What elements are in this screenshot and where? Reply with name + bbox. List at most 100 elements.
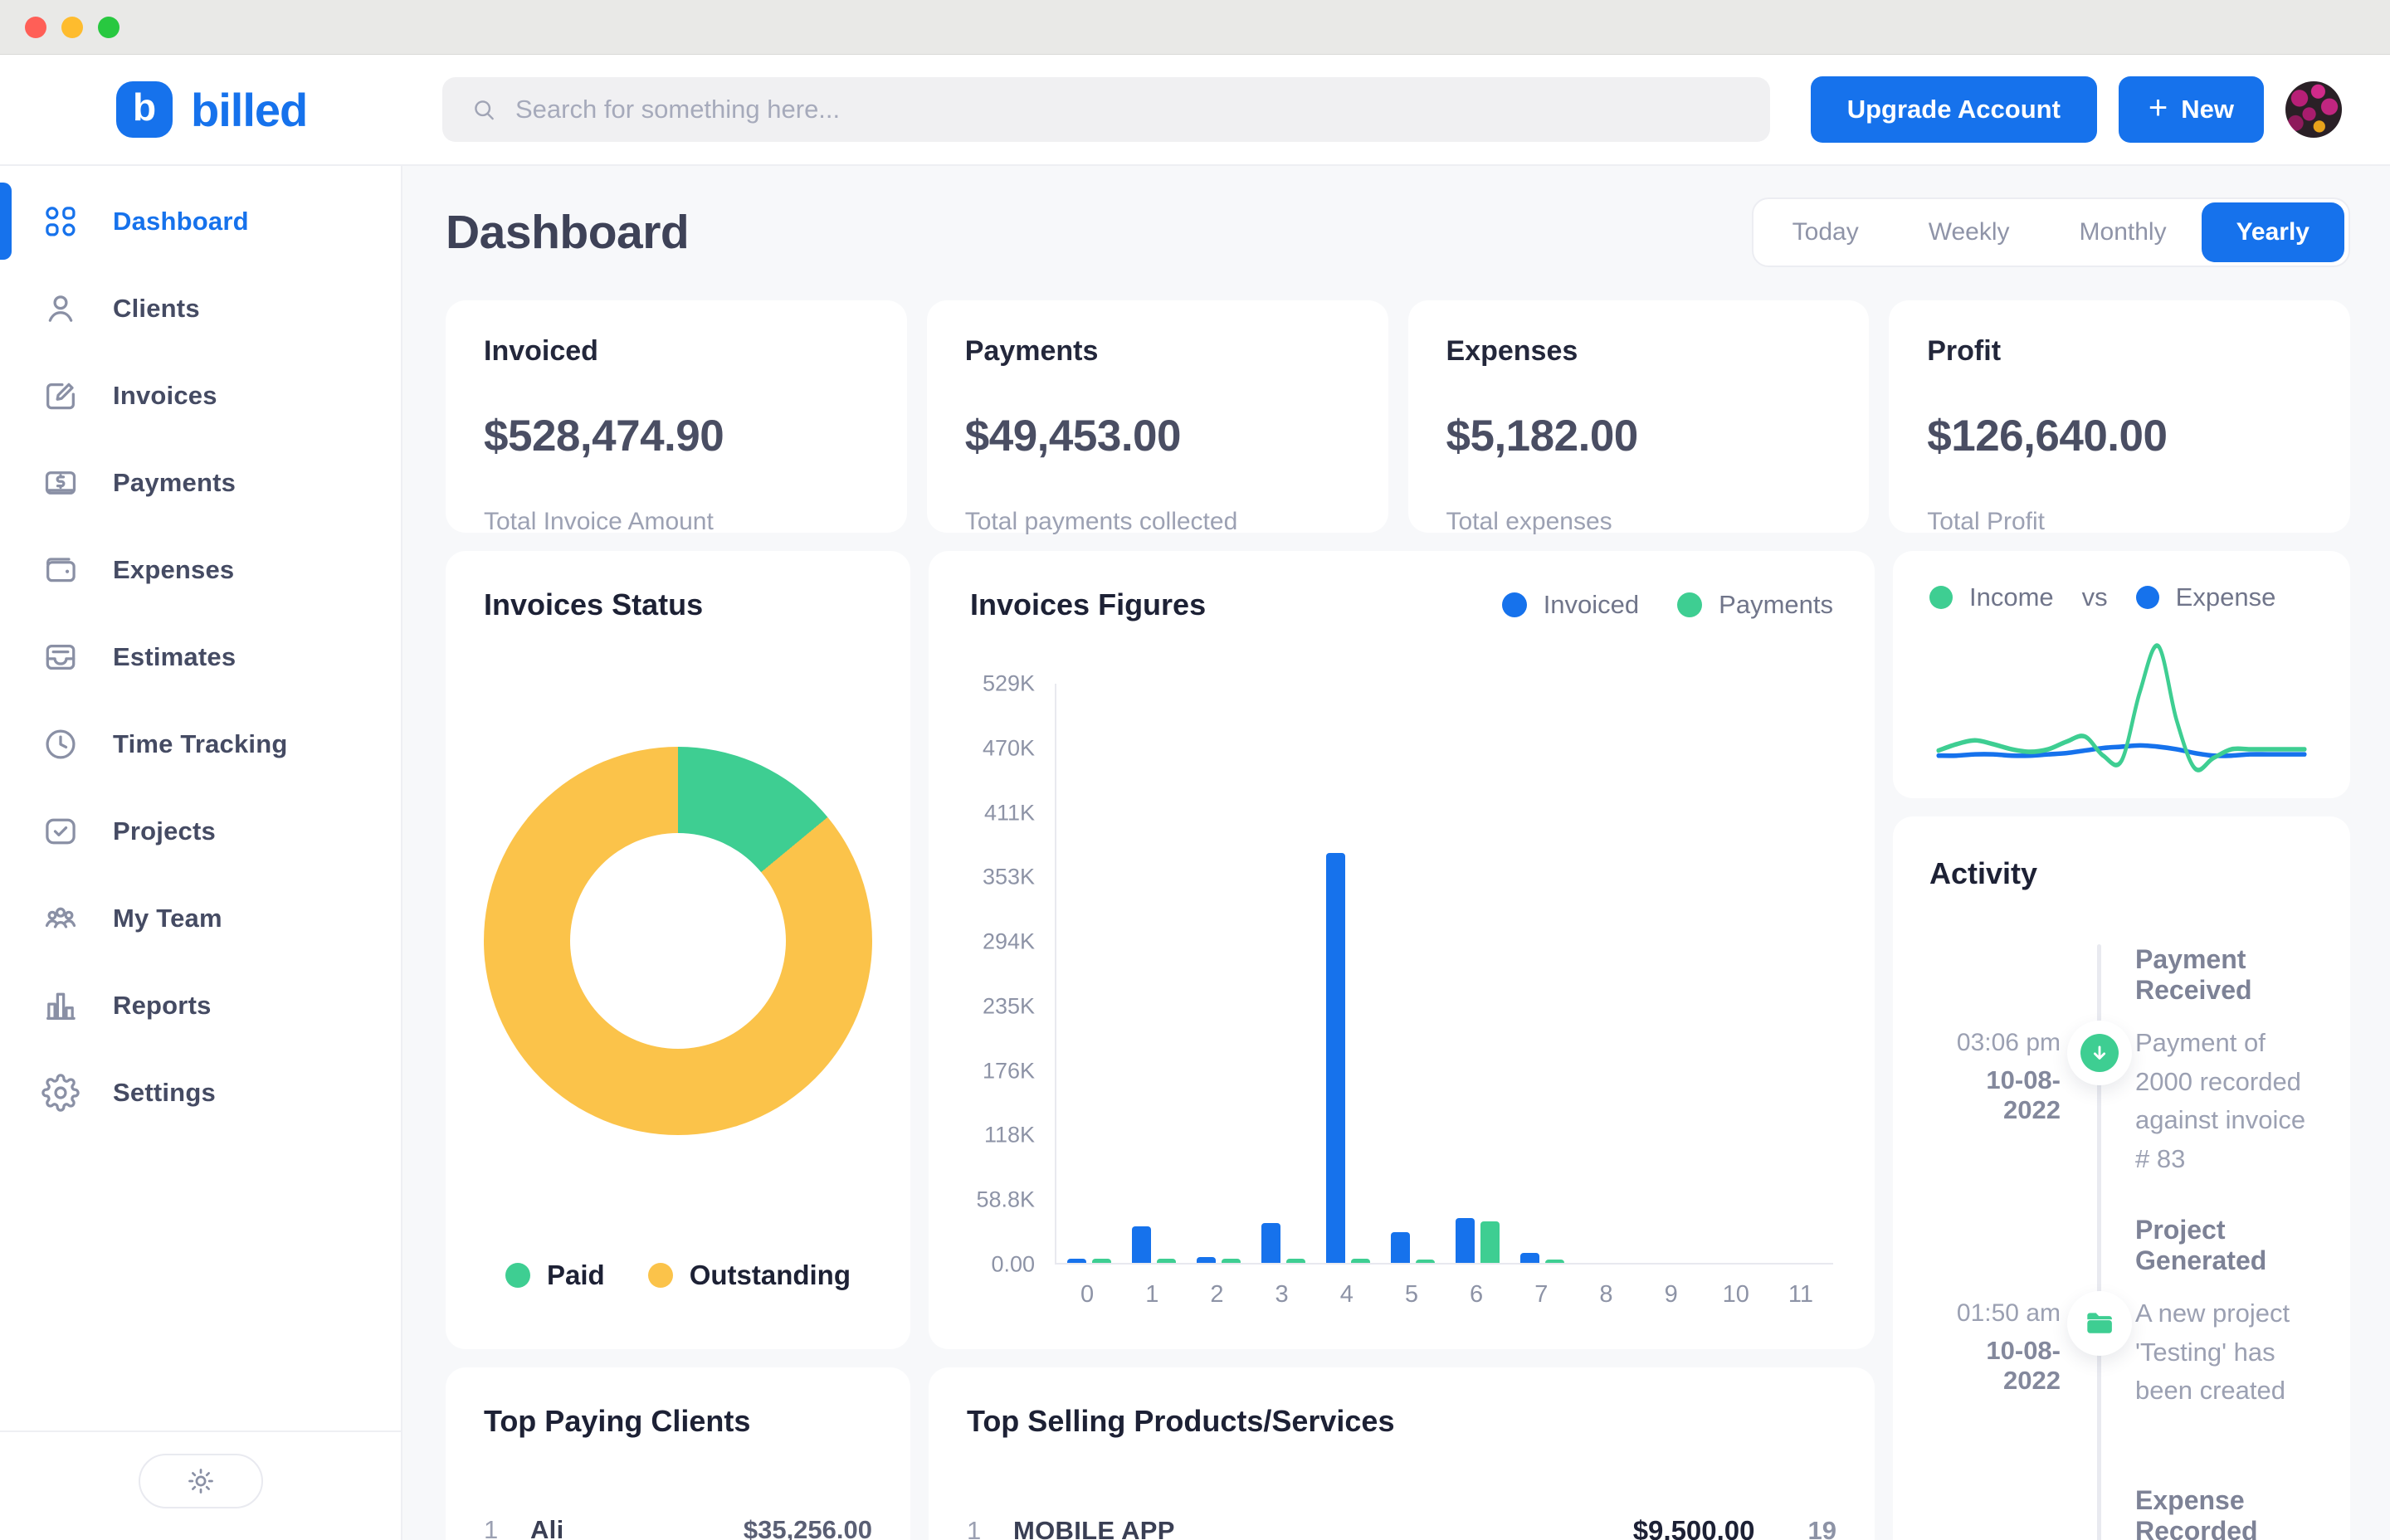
sidebar-footer: [0, 1430, 401, 1540]
theme-toggle[interactable]: [139, 1454, 263, 1508]
activity-item-description: A new project 'Testing' has been created: [2135, 1294, 2317, 1411]
stat-caption: Total payments collected: [965, 508, 1350, 536]
card-dollar-icon: [41, 464, 80, 502]
activity-item: 02:03 am03-08-2022Expense Recorded$57 am…: [1929, 1485, 2317, 1540]
payments-bar: [1092, 1259, 1111, 1263]
payments-bar: [1545, 1260, 1564, 1263]
tab-monthly[interactable]: Monthly: [2045, 202, 2202, 262]
sidebar-item-time-tracking[interactable]: Time Tracking: [0, 700, 401, 787]
bar-group-7: [1510, 684, 1574, 1263]
folder-icon: [2067, 1291, 2132, 1356]
stat-title: Expenses: [1446, 335, 1832, 368]
client-amount: $35,256.00: [744, 1515, 872, 1540]
invoices-figures-card: Invoices Figures InvoicedPayments 529K47…: [929, 551, 1875, 1349]
sidebar-item-label: Projects: [113, 816, 216, 846]
y-axis-tick: 235K: [983, 993, 1035, 1019]
bar-group-3: [1251, 684, 1315, 1263]
legend-item-outstanding: Outstanding: [648, 1260, 851, 1291]
activity-date: 10-08-2022: [1929, 1065, 2061, 1125]
x-axis-tick: 2: [1184, 1281, 1249, 1309]
tab-yearly[interactable]: Yearly: [2202, 202, 2344, 262]
x-axis-tick: 7: [1509, 1281, 1573, 1309]
product-row[interactable]: 1MOBILE APP$9,500.0019: [967, 1515, 1836, 1540]
sidebar-item-projects[interactable]: Projects: [0, 787, 401, 875]
new-button[interactable]: + New: [2119, 76, 2264, 143]
legend-dot: [648, 1263, 673, 1288]
tab-today[interactable]: Today: [1758, 202, 1894, 262]
legend-dot: [1502, 592, 1527, 617]
minimize-window-icon[interactable]: [61, 17, 83, 38]
income-vs-expense-line-chart: [1929, 631, 2314, 778]
sidebar-item-reports[interactable]: Reports: [0, 962, 401, 1049]
tab-weekly[interactable]: Weekly: [1894, 202, 2045, 262]
legend-label: Invoiced: [1544, 590, 1639, 620]
x-axis-tick: 6: [1444, 1281, 1509, 1309]
x-axis-tick: 10: [1704, 1281, 1768, 1309]
product-name: MOBILE APP: [1013, 1516, 1175, 1540]
sidebar-item-label: Payments: [113, 468, 236, 498]
sidebar-item-my-team[interactable]: My Team: [0, 875, 401, 962]
x-axis-tick: 8: [1573, 1281, 1638, 1309]
sidebar-item-clients[interactable]: Clients: [0, 265, 401, 352]
payments-bar: [1351, 1259, 1370, 1263]
sidebar-item-estimates[interactable]: Estimates: [0, 613, 401, 700]
search-input[interactable]: [515, 95, 1742, 124]
legend-label: Income: [1969, 582, 2054, 612]
team-icon: [41, 899, 80, 938]
invoiced-bar: [1067, 1259, 1086, 1263]
row-rank: 1: [484, 1515, 530, 1540]
client-row[interactable]: 1Ali $35,256.00: [484, 1515, 872, 1540]
activity-title: Activity: [1929, 856, 2317, 891]
activity-item-title: Payment Received: [2135, 944, 2317, 1006]
brand-name: billed: [191, 83, 307, 137]
row-rank: 1: [967, 1516, 1013, 1540]
product-amount: $9,500.00: [1633, 1515, 1755, 1540]
x-axis-tick: 0: [1055, 1281, 1119, 1309]
search-bar[interactable]: [442, 77, 1770, 142]
bar-group-0: [1056, 684, 1121, 1263]
activity-item: 01:50 am10-08-2022Project GeneratedA new…: [1929, 1215, 2317, 1460]
sidebar-item-invoices[interactable]: Invoices: [0, 352, 401, 439]
legend-item-paid: Paid: [505, 1260, 605, 1291]
grid-icon: [41, 202, 80, 241]
legend-label: Paid: [547, 1260, 605, 1291]
y-axis-tick: 470K: [983, 735, 1035, 761]
stat-caption: Total Invoice Amount: [484, 508, 869, 536]
sidebar-item-settings[interactable]: Settings: [0, 1049, 401, 1136]
top-selling-products-card: Top Selling Products/Services 1MOBILE AP…: [929, 1367, 1875, 1540]
stat-title: Payments: [965, 335, 1350, 368]
x-axis-tick: 9: [1639, 1281, 1704, 1309]
activity-time: 03:06 pm: [1929, 1029, 2061, 1057]
bar-group-10: [1704, 684, 1768, 1263]
y-axis-tick: 58.8K: [976, 1187, 1035, 1213]
bar-group-2: [1186, 684, 1251, 1263]
income-vs-expense-card: IncomevsExpense: [1893, 551, 2350, 798]
payments-bar: [1416, 1260, 1435, 1263]
legend-item-invoiced: Invoiced: [1502, 590, 1639, 620]
activity-timestamp: 03:06 pm 10-08-2022: [1929, 1029, 2061, 1125]
sidebar-item-expenses[interactable]: Expenses: [0, 526, 401, 613]
invoices-figures-bar-chart: 529K470K411K353K294K235K176K118K58.8K0.0…: [970, 684, 1833, 1313]
invoices-status-card: Invoices Status PaidOutstanding: [446, 551, 910, 1349]
main-content: Dashboard TodayWeeklyMonthlyYearly Invoi…: [402, 166, 2390, 1540]
bar-group-1: [1121, 684, 1186, 1263]
brand-logo-icon: b: [116, 81, 173, 138]
sidebar-item-payments[interactable]: Payments: [0, 439, 401, 526]
zoom-window-icon[interactable]: [98, 17, 120, 38]
y-axis-tick: 176K: [983, 1058, 1035, 1084]
arrow-down-icon: [2067, 1021, 2132, 1085]
activity-time: 01:50 am: [1929, 1299, 2061, 1328]
invoices-figures-title: Invoices Figures: [970, 587, 1206, 622]
payments-bar: [1157, 1259, 1176, 1263]
x-axis-tick: 3: [1250, 1281, 1314, 1309]
sidebar-item-dashboard[interactable]: Dashboard: [0, 178, 401, 265]
stat-caption: Total Profit: [1927, 508, 2312, 536]
client-name: Ali: [530, 1515, 564, 1540]
y-axis-tick: 294K: [983, 929, 1035, 955]
user-avatar[interactable]: [2285, 81, 2342, 138]
sidebar-item-label: Expenses: [113, 555, 234, 585]
upgrade-account-button[interactable]: Upgrade Account: [1811, 76, 2097, 143]
top-paying-clients-title: Top Paying Clients: [484, 1404, 872, 1439]
stat-card-profit: Profit$126,640.00Total Profit: [1889, 300, 2350, 533]
close-window-icon[interactable]: [25, 17, 46, 38]
